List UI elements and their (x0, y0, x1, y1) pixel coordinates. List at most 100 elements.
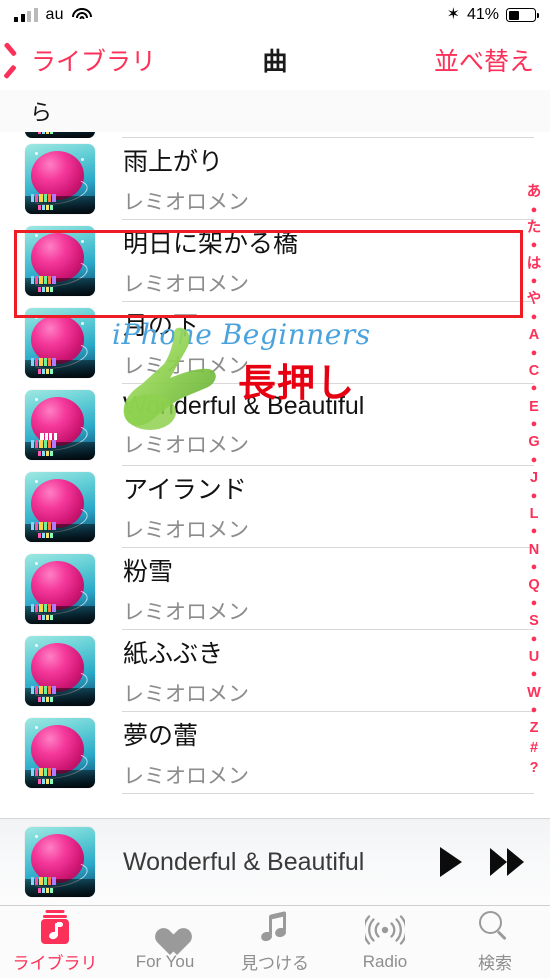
mini-player-bar[interactable]: Wonderful & Beautiful (0, 818, 550, 905)
index-entry[interactable]: Q (528, 578, 539, 593)
tab-browse[interactable]: 見つける (220, 906, 330, 978)
index-entry[interactable]: ● (531, 240, 538, 251)
tab-bar: ライブラリ For You 見つける Radio 検索 (0, 905, 550, 978)
watermark-text: iPhone Beginners (112, 318, 371, 351)
index-entry[interactable]: ● (531, 562, 538, 573)
index-entry[interactable]: ● (531, 526, 538, 537)
tab-label-search: 検索 (478, 954, 512, 973)
row-text: アイランド レミオロメン (123, 470, 249, 544)
index-entry[interactable]: E (529, 399, 539, 415)
table-row[interactable]: 紙ふぶき レミオロメン (0, 630, 550, 712)
song-title: アイランド (123, 476, 247, 504)
long-press-annotation: 長押し (238, 363, 356, 405)
album-artwork (25, 226, 95, 296)
status-bar: au ✶ 41% (0, 0, 550, 30)
song-artist: レミオロメン (123, 273, 249, 296)
tab-search[interactable]: 検索 (440, 906, 550, 978)
song-title: 雨上がり (123, 148, 224, 176)
index-entry[interactable]: N (529, 542, 539, 558)
battery-percent-label: 41% (466, 6, 499, 23)
table-row[interactable]: アイランド レミオロメン (0, 466, 550, 548)
status-bar-left: au (14, 6, 92, 24)
index-entry[interactable]: ● (531, 490, 538, 502)
index-entry[interactable]: ● (531, 276, 538, 287)
status-bar-right: ✶ 41% (446, 6, 539, 24)
music-note-icon (259, 910, 291, 944)
search-icon (479, 910, 511, 944)
album-artwork (25, 636, 95, 706)
song-list[interactable]: 雨上がり レミオロメン 明日に架かる橋 レミオロメン 月の下 レミオロメン Wo… (0, 116, 550, 818)
album-artwork (25, 144, 95, 214)
index-entry[interactable]: ● (531, 633, 538, 645)
sort-button[interactable]: 並べ替え (434, 42, 550, 78)
tab-label-library: ライブラリ (12, 954, 98, 973)
library-icon (39, 910, 71, 944)
index-entry[interactable]: # (530, 741, 538, 756)
index-entry[interactable]: U (529, 650, 539, 665)
song-artist: レミオロメン (123, 519, 249, 542)
song-artist: レミオロメン (123, 191, 249, 214)
index-entry[interactable]: ● (531, 419, 538, 430)
play-icon[interactable] (440, 847, 462, 877)
album-artwork (25, 308, 95, 378)
song-title: 粉雪 (123, 558, 174, 586)
index-entry[interactable]: ● (531, 705, 538, 716)
table-row[interactable]: 雨上がり レミオロメン (0, 138, 550, 220)
tab-label-for-you: For You (135, 951, 195, 971)
row-text: 明日に架かる橋 レミオロメン (123, 224, 298, 298)
index-entry[interactable]: S (529, 614, 539, 629)
song-title: 紙ふぶき (123, 640, 224, 668)
tab-label-radio: Radio (362, 951, 408, 971)
fast-forward-icon[interactable] (490, 848, 524, 876)
album-artwork (25, 554, 95, 624)
index-entry[interactable]: は (527, 256, 542, 272)
song-artist: レミオロメン (123, 765, 249, 788)
tab-label-browse: 見つける (241, 954, 309, 973)
index-entry[interactable]: ● (531, 597, 538, 609)
song-artist: レミオロメン (123, 683, 249, 706)
navigation-bar: ライブラリ 曲 並べ替え (0, 30, 550, 90)
index-entry[interactable]: ● (531, 347, 538, 359)
row-text: 粉雪 レミオロメン (123, 552, 249, 626)
tab-library[interactable]: ライブラリ (0, 906, 110, 978)
index-entry[interactable]: た (527, 221, 542, 236)
index-entry[interactable]: ● (531, 311, 538, 323)
iphone-screen: au ✶ 41% ライブラリ 曲 並べ替え ら 雨上がり レミオロメン 明日に架… (0, 0, 550, 978)
index-entry[interactable]: ● (531, 204, 538, 216)
row-text: 夢の蕾 レミオロメン (123, 716, 249, 790)
index-entry[interactable]: A (529, 328, 539, 343)
tab-radio[interactable]: Radio (330, 906, 440, 978)
index-entry[interactable]: L (530, 507, 539, 522)
row-text: 紙ふぶき レミオロメン (123, 634, 249, 708)
mini-player-controls (440, 847, 550, 877)
index-entry[interactable]: J (530, 471, 538, 486)
table-row[interactable]: 夢の蕾 レミオロメン (0, 712, 550, 794)
signal-bars-icon (14, 8, 38, 22)
bluetooth-icon: ✶ (446, 6, 460, 23)
index-entry[interactable]: ● (531, 454, 538, 466)
index-entry[interactable]: あ (527, 185, 542, 200)
index-entry[interactable]: C (529, 364, 539, 379)
radio-waves-icon (365, 913, 405, 947)
song-artist: レミオロメン (123, 355, 249, 378)
alphabet-index-bar[interactable]: あ ● た ● は ● や ● A ● C ● E ● G ● J ● L ● N ● Q ● S ● U ● W ● Z #? (521, 185, 547, 775)
index-entry[interactable]: ? (530, 760, 539, 776)
back-to-library-button[interactable]: ライブラリ (0, 42, 156, 78)
table-row-selected[interactable]: 明日に架かる橋 レミオロメン (0, 220, 550, 302)
now-playing-title: Wonderful & Beautiful (123, 847, 365, 876)
row-text: 雨上がり レミオロメン (123, 142, 249, 216)
index-entry[interactable]: W (527, 685, 541, 701)
table-row[interactable]: 粉雪 レミオロメン (0, 548, 550, 630)
song-title: 明日に架かる橋 (123, 230, 299, 258)
index-entry[interactable]: ● (531, 669, 538, 680)
battery-icon (506, 8, 539, 22)
index-entry[interactable]: や (527, 292, 542, 307)
index-entry[interactable]: Z (530, 721, 539, 736)
tab-for-you[interactable]: For You (110, 906, 220, 978)
back-button-label: ライブラリ (31, 48, 157, 76)
index-entry[interactable]: G (528, 435, 539, 450)
wifi-icon (71, 7, 92, 23)
section-header: ら (0, 90, 550, 132)
index-entry[interactable]: ● (531, 383, 538, 394)
album-artwork (25, 472, 95, 542)
